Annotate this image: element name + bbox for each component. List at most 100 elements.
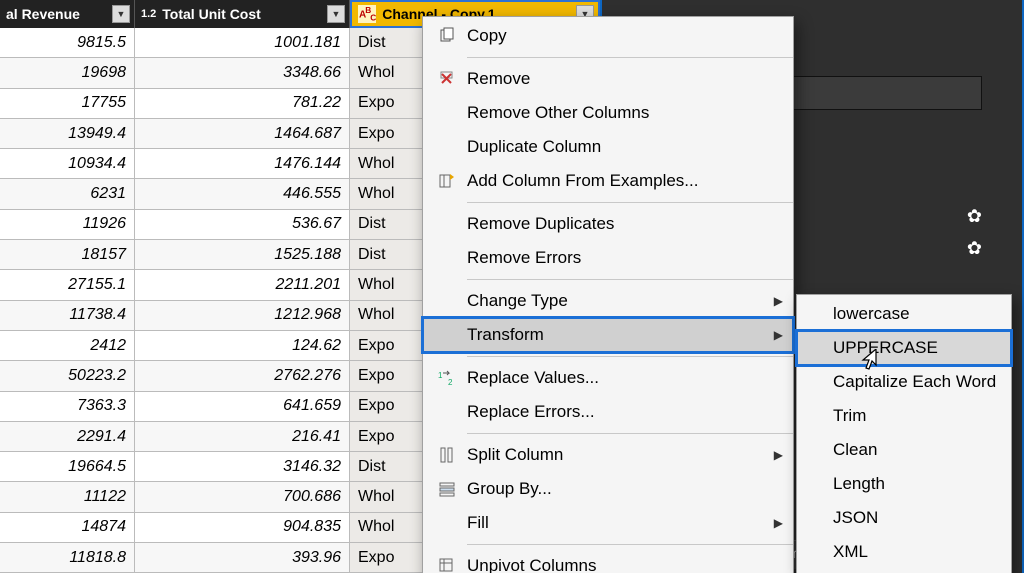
menu-item-label: Remove Duplicates xyxy=(461,214,783,234)
cell-cost: 216.41 xyxy=(135,422,350,451)
cell-cost: 393.96 xyxy=(135,543,350,572)
unpivot-icon xyxy=(433,557,461,573)
menu-item-remove[interactable]: Remove xyxy=(423,62,793,96)
menu-item-label: Fill xyxy=(461,513,774,533)
panel-field[interactable] xyxy=(772,76,982,110)
cell-cost: 1476.144 xyxy=(135,149,350,178)
cell-rev: 11926 xyxy=(0,210,135,239)
type-badge-decimal: 1.2 xyxy=(141,8,156,20)
submenu-item-label: Length xyxy=(827,474,1001,494)
cell-cost: 904.835 xyxy=(135,513,350,542)
separator xyxy=(467,57,793,58)
cell-cost: 1212.968 xyxy=(135,301,350,330)
cell-rev: 7363.3 xyxy=(0,392,135,421)
menu-item-label: Remove Other Columns xyxy=(461,103,783,123)
submenu-item-label: Trim xyxy=(827,406,1001,426)
cell-rev: 11818.8 xyxy=(0,543,135,572)
cell-rev: 11738.4 xyxy=(0,301,135,330)
transform-submenu: lowercase UPPERCASE Capitalize Each Word Tr… xyxy=(796,294,1012,573)
menu-item-split-column[interactable]: Split Column▶ xyxy=(423,438,793,472)
submenu-item-json[interactable]: JSON xyxy=(797,501,1011,535)
submenu-item-label: Clean xyxy=(827,440,1001,460)
separator xyxy=(467,202,793,203)
menu-item-duplicate-column[interactable]: Duplicate Column xyxy=(423,130,793,164)
cell-rev: 2291.4 xyxy=(0,422,135,451)
cell-rev: 11122 xyxy=(0,482,135,511)
cell-cost: 3348.66 xyxy=(135,58,350,87)
menu-item-remove-errors[interactable]: Remove Errors xyxy=(423,241,793,275)
menu-item-label: Transform xyxy=(461,325,774,345)
cell-cost: 641.659 xyxy=(135,392,350,421)
submenu-item-trim[interactable]: Trim xyxy=(797,399,1011,433)
column-label: al Revenue xyxy=(6,6,80,22)
menu-item-label: Replace Values... xyxy=(461,368,783,388)
menu-item-label: Add Column From Examples... xyxy=(461,171,783,191)
separator xyxy=(467,279,793,280)
add-column-icon xyxy=(433,172,461,190)
submenu-item-lowercase[interactable]: lowercase xyxy=(797,297,1011,331)
submenu-item-label: lowercase xyxy=(827,304,1001,324)
gear-icon[interactable]: ✿ xyxy=(967,206,982,227)
menu-item-label: Unpivot Columns xyxy=(461,556,783,573)
gear-icon[interactable]: ✿ xyxy=(967,238,982,259)
cell-rev: 19664.5 xyxy=(0,452,135,481)
menu-item-transform[interactable]: Transform▶ xyxy=(423,318,793,352)
cell-rev: 18157 xyxy=(0,240,135,269)
group-icon xyxy=(433,480,461,498)
menu-item-unpivot-columns[interactable]: Unpivot Columns xyxy=(423,549,793,573)
cell-cost: 1001.181 xyxy=(135,28,350,57)
menu-item-label: Change Type xyxy=(461,291,774,311)
svg-text:1: 1 xyxy=(438,371,443,380)
menu-item-fill[interactable]: Fill▶ xyxy=(423,506,793,540)
menu-item-copy[interactable]: Copy xyxy=(423,19,793,53)
column-header-cost[interactable]: 1.2 Total Unit Cost ▼ xyxy=(135,0,350,28)
replace-icon: 12 xyxy=(433,369,461,387)
cell-rev: 27155.1 xyxy=(0,270,135,299)
cell-rev: 13949.4 xyxy=(0,119,135,148)
cell-cost: 124.62 xyxy=(135,331,350,360)
split-icon xyxy=(433,446,461,464)
dropdown-icon[interactable]: ▼ xyxy=(327,5,345,23)
menu-item-label: Group By... xyxy=(461,479,783,499)
column-header-revenue[interactable]: al Revenue ▼ xyxy=(0,0,135,28)
context-menu: Copy Remove Remove Other Columns Duplicate … xyxy=(422,16,794,573)
dropdown-icon[interactable]: ▼ xyxy=(112,5,130,23)
cell-cost: 446.555 xyxy=(135,179,350,208)
submenu-item-capitalize-each-word[interactable]: Capitalize Each Word xyxy=(797,365,1011,399)
cell-rev: 17755 xyxy=(0,89,135,118)
menu-item-change-type[interactable]: Change Type▶ xyxy=(423,284,793,318)
cell-cost: 2762.276 xyxy=(135,361,350,390)
cell-rev: 10934.4 xyxy=(0,149,135,178)
menu-item-replace-values[interactable]: 12Replace Values... xyxy=(423,361,793,395)
menu-item-label: Remove xyxy=(461,69,783,89)
menu-item-replace-errors[interactable]: Replace Errors... xyxy=(423,395,793,429)
submenu-item-label: UPPERCASE xyxy=(827,338,1001,358)
submenu-item-uppercase[interactable]: UPPERCASE xyxy=(797,331,1011,365)
cell-rev: 6231 xyxy=(0,179,135,208)
remove-icon xyxy=(433,70,461,88)
menu-item-label: Duplicate Column xyxy=(461,137,783,157)
menu-item-remove-duplicates[interactable]: Remove Duplicates xyxy=(423,207,793,241)
menu-item-remove-other-columns[interactable]: Remove Other Columns xyxy=(423,96,793,130)
chevron-right-icon: ▶ xyxy=(774,448,783,462)
cell-cost: 536.67 xyxy=(135,210,350,239)
chevron-right-icon: ▶ xyxy=(774,516,783,530)
menu-item-add-column-from-examples[interactable]: Add Column From Examples... xyxy=(423,164,793,198)
cell-rev: 19698 xyxy=(0,58,135,87)
submenu-item-label: Capitalize Each Word xyxy=(827,372,1001,392)
submenu-item-length[interactable]: Length xyxy=(797,467,1011,501)
cell-rev: 9815.5 xyxy=(0,28,135,57)
copy-icon xyxy=(433,27,461,45)
separator xyxy=(467,544,793,545)
chevron-right-icon: ▶ xyxy=(774,294,783,308)
submenu-item-label: XML xyxy=(827,542,1001,562)
menu-item-label: Remove Errors xyxy=(461,248,783,268)
submenu-item-clean[interactable]: Clean xyxy=(797,433,1011,467)
submenu-item-label: JSON xyxy=(827,508,1001,528)
cell-cost: 1525.188 xyxy=(135,240,350,269)
submenu-item-xml[interactable]: XML xyxy=(797,535,1011,569)
type-badge-text: ABC xyxy=(358,5,376,22)
separator xyxy=(467,356,793,357)
menu-item-group-by[interactable]: Group By... xyxy=(423,472,793,506)
cell-rev: 50223.2 xyxy=(0,361,135,390)
